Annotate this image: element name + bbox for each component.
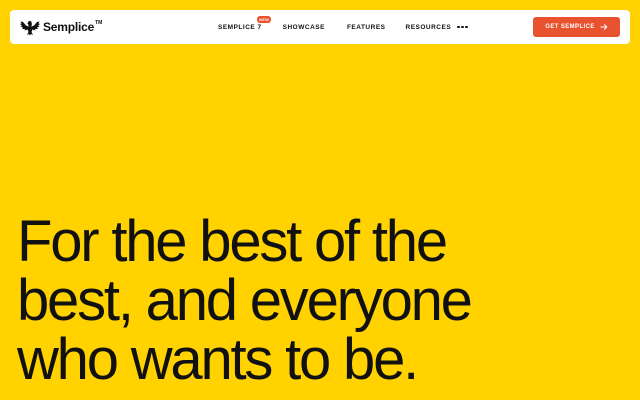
nav-item-label: SEMPLICE 7 [218,23,262,31]
dot [457,25,460,29]
nav-links: SEMPLICE 7 NEW SHOWCASE FEATURES RESOURC… [218,10,468,44]
brand-name: Semplice [43,20,95,34]
hero-headline: For the best of the best, and everyone w… [17,212,632,389]
nav-item-features[interactable]: FEATURES [347,24,386,31]
more-dots-icon[interactable] [457,25,468,29]
nav-item-showcase[interactable]: SHOWCASE [283,24,325,31]
new-badge: NEW [257,15,272,23]
trademark-mark: TM [95,20,103,26]
eagle-icon [20,19,40,36]
nav-item-label: FEATURES [346,23,386,31]
arrow-right-icon [600,23,608,31]
get-semplice-button[interactable]: GET SEMPLICE [533,17,620,37]
nav-item-resources[interactable]: RESOURCES [406,24,452,31]
brand-logo-link[interactable]: Semplice TM [20,10,102,44]
nav-item-label: RESOURCES [405,23,452,31]
hero-line-2: best, and everyone [17,268,473,333]
top-navbar: Semplice TM SEMPLICE 7 NEW SHOWCASE FEAT… [10,10,630,44]
hero-line-1: For the best of the [17,209,448,274]
dot [461,25,464,29]
page: Semplice TM SEMPLICE 7 NEW SHOWCASE FEAT… [0,0,640,400]
hero-line-3: who wants to be. [17,327,419,392]
nav-item-semplice-7[interactable]: SEMPLICE 7 NEW [218,15,272,31]
dot [465,25,468,29]
nav-item-label: SHOWCASE [282,23,325,31]
cta-label: GET SEMPLICE [545,24,595,30]
